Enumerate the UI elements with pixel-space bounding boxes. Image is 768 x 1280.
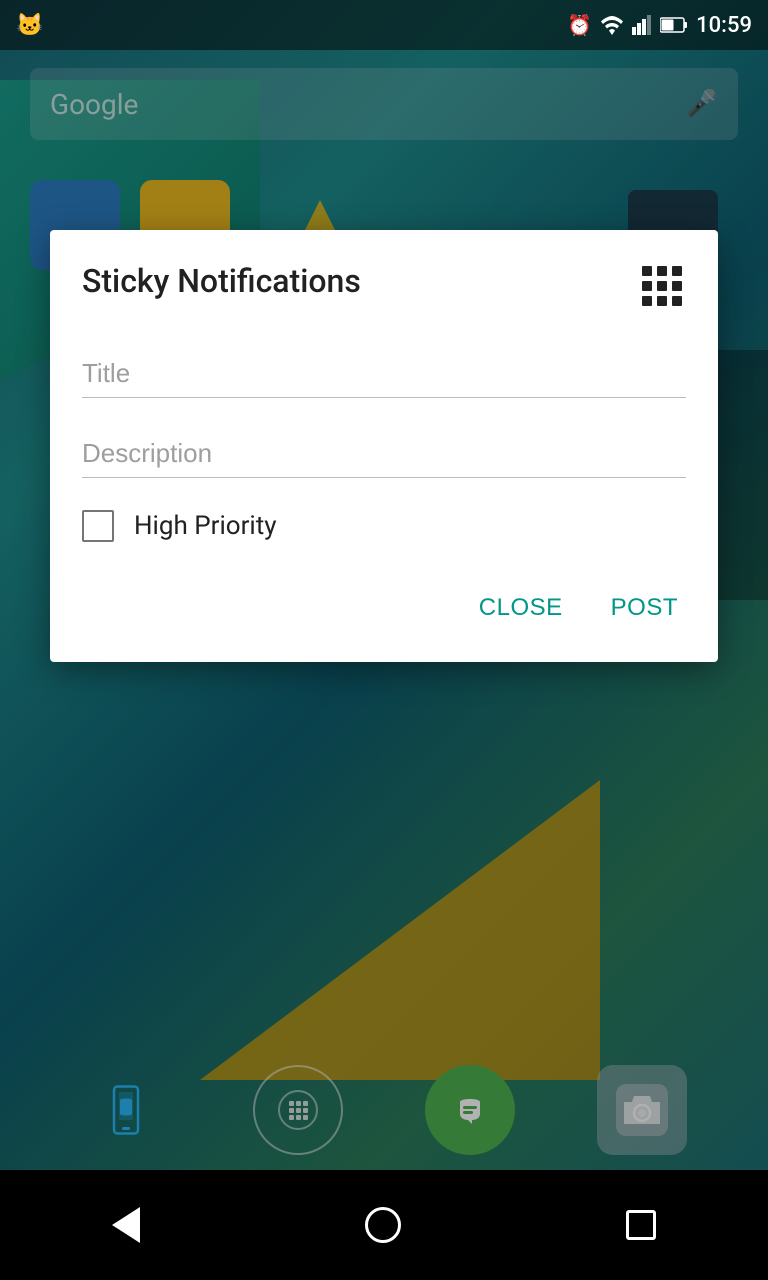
nav-bar (0, 1170, 768, 1280)
grid-dot-8 (657, 296, 667, 306)
title-input[interactable] (82, 350, 686, 398)
grid-dot-3 (672, 266, 682, 276)
high-priority-checkbox[interactable] (82, 510, 114, 542)
description-input-group (82, 430, 686, 478)
close-button[interactable]: CLOSE (471, 582, 571, 634)
wifi-icon (600, 15, 624, 35)
status-time: 10:59 (696, 13, 752, 38)
grid-dot-6 (672, 281, 682, 291)
alarm-icon: ⏰ (567, 13, 592, 37)
dialog-header: Sticky Notifications (82, 262, 686, 310)
status-left: 🐱 (16, 13, 43, 38)
grid-dot-2 (657, 266, 667, 276)
back-button[interactable] (102, 1197, 150, 1253)
grid-icon[interactable] (638, 262, 686, 310)
home-button[interactable] (355, 1197, 411, 1253)
back-icon (112, 1207, 140, 1243)
grid-dot-7 (642, 296, 652, 306)
cat-icon: 🐱 (16, 13, 43, 38)
high-priority-label: High Priority (134, 511, 277, 541)
recents-icon (626, 1210, 656, 1240)
grid-dot-4 (642, 281, 652, 291)
recents-button[interactable] (616, 1200, 666, 1250)
grid-dot-1 (642, 266, 652, 276)
description-input[interactable] (82, 430, 686, 478)
grid-dot-5 (657, 281, 667, 291)
high-priority-row: High Priority (82, 510, 686, 542)
grid-dot-9 (672, 296, 682, 306)
status-bar: 🐱 ⏰ 10:59 (0, 0, 768, 50)
home-icon (365, 1207, 401, 1243)
dialog-title: Sticky Notifications (82, 262, 361, 300)
title-input-group (82, 350, 686, 398)
signal-icon (632, 15, 652, 35)
status-right: ⏰ 10:59 (567, 13, 752, 38)
dialog-actions: CLOSE POST (82, 582, 686, 634)
sticky-notifications-dialog: Sticky Notifications High Priority CLOSE… (50, 230, 718, 662)
post-button[interactable]: POST (603, 582, 686, 634)
battery-icon (660, 16, 688, 34)
